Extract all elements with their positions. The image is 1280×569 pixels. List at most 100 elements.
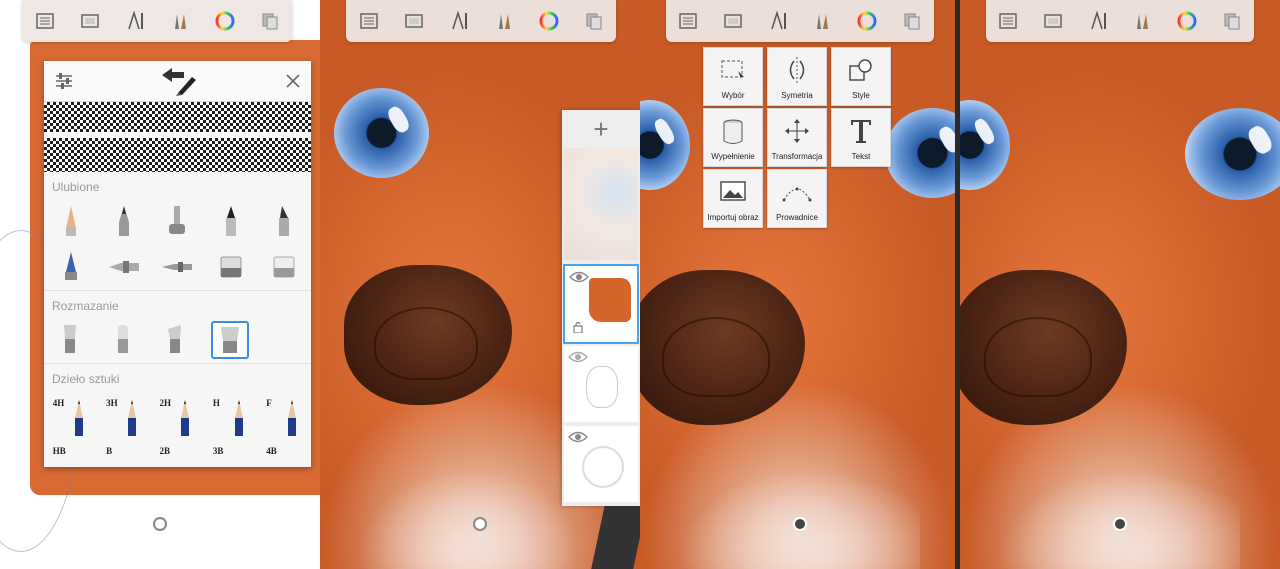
- back-brush-icon[interactable]: [160, 65, 200, 97]
- pencils-row-1: 4H 3H 2H H F: [44, 390, 311, 442]
- tool-label: Symetria: [781, 91, 813, 100]
- guides-curve-icon: [782, 170, 812, 213]
- painted-eye: [334, 88, 429, 178]
- layer-active[interactable]: [563, 264, 639, 344]
- pencil-2b[interactable]: 2B: [153, 442, 201, 462]
- add-layer-button[interactable]: +: [562, 110, 640, 148]
- list-icon[interactable]: [31, 7, 59, 35]
- pencil-brush-icon[interactable]: [54, 202, 88, 240]
- pencil-3b[interactable]: 3B: [207, 442, 255, 462]
- pencil-grade-label: 2H: [159, 398, 171, 408]
- smudge-flat-icon[interactable]: [106, 321, 140, 359]
- pencil-grade-label: B: [106, 446, 113, 456]
- list-icon[interactable]: [994, 7, 1022, 35]
- brushes-icon[interactable]: [490, 7, 518, 35]
- tool-label: Style: [852, 91, 870, 100]
- pencil-h[interactable]: H: [207, 394, 255, 438]
- pencils-row-2: HB B 2B 3B 4B: [44, 442, 311, 462]
- fountain-brush-icon[interactable]: [54, 248, 88, 286]
- muzzle-highlight: [360, 470, 580, 569]
- tool-transform[interactable]: Transformacja: [767, 108, 827, 167]
- ruler-icon[interactable]: [1084, 7, 1112, 35]
- layer-thumbnail-fox: [589, 278, 631, 322]
- color-wheel-icon[interactable]: [535, 7, 563, 35]
- pencil-grade-label: F: [266, 398, 272, 408]
- list-icon[interactable]: [674, 7, 702, 35]
- lock-icon[interactable]: [573, 320, 583, 338]
- visibility-eye-icon[interactable]: [568, 350, 588, 368]
- layers-icon[interactable]: [898, 7, 926, 35]
- lagoon-handle[interactable]: [153, 517, 167, 531]
- pencil-4b[interactable]: 4B: [260, 442, 308, 462]
- pencil-grade-label: 3B: [212, 446, 224, 456]
- ballpoint-brush-icon[interactable]: [107, 202, 141, 240]
- list-icon[interactable]: [355, 7, 383, 35]
- eraser-soft-icon[interactable]: [267, 248, 301, 286]
- brushes-icon[interactable]: [808, 7, 836, 35]
- visibility-eye-icon[interactable]: [569, 270, 589, 288]
- screen-layers: +: [320, 0, 640, 569]
- section-label-artwork: Dzieło sztuki: [44, 363, 311, 390]
- tool-import-image[interactable]: Importuj obraz: [703, 169, 763, 228]
- brushes-icon[interactable]: [166, 7, 194, 35]
- visibility-eye-icon[interactable]: [568, 430, 588, 448]
- marker-brush-icon[interactable]: [160, 202, 194, 240]
- canvas-icon[interactable]: [1039, 7, 1067, 35]
- pencil-grade-label: 4H: [52, 398, 65, 408]
- brush-stroke-preview: [44, 102, 311, 172]
- eraser-icon[interactable]: [214, 248, 248, 286]
- screen-brush-library: Ulubione Rozmazanie Dzieło sztuki 4H 3H …: [0, 0, 320, 569]
- airbrush-icon[interactable]: [107, 248, 141, 286]
- favorites-row-2: [44, 244, 311, 290]
- color-wheel-icon[interactable]: [211, 7, 239, 35]
- top-toolbar: [986, 0, 1254, 42]
- pencil-4h[interactable]: 4H: [47, 394, 95, 438]
- smudge-brush-icon[interactable]: [53, 321, 87, 359]
- pencil-2h[interactable]: 2H: [153, 394, 201, 438]
- canvas-icon[interactable]: [719, 7, 747, 35]
- background-color-swatch[interactable]: [582, 446, 624, 488]
- layers-icon[interactable]: [1218, 7, 1246, 35]
- style-icon: [848, 48, 874, 91]
- tool-guides[interactable]: Prowadnice: [767, 169, 827, 228]
- move-arrows-icon: [784, 109, 810, 152]
- canvas-icon[interactable]: [76, 7, 104, 35]
- pencil-grade-label: HB: [52, 446, 66, 456]
- layer-sketch[interactable]: [564, 346, 638, 422]
- lagoon-handle[interactable]: [1113, 517, 1127, 531]
- tool-symmetry[interactable]: Symetria: [767, 47, 827, 106]
- smudge-wide-icon[interactable]: [211, 321, 250, 359]
- layers-icon[interactable]: [256, 7, 284, 35]
- tool-fill[interactable]: Wypełnienie: [703, 108, 763, 167]
- ruler-icon[interactable]: [764, 7, 792, 35]
- brushes-icon[interactable]: [1128, 7, 1156, 35]
- pencil-f[interactable]: F: [260, 394, 308, 438]
- airbrush-fine-icon[interactable]: [160, 248, 194, 286]
- layer-preview-upper[interactable]: [564, 148, 638, 260]
- layer-background[interactable]: [564, 426, 638, 502]
- layers-icon[interactable]: [580, 7, 608, 35]
- tool-selection[interactable]: Wybór: [703, 47, 763, 106]
- canvas-icon[interactable]: [400, 7, 428, 35]
- lagoon-handle[interactable]: [473, 517, 487, 531]
- lagoon-handle[interactable]: [793, 517, 807, 531]
- pencil-b[interactable]: B: [100, 442, 148, 462]
- ruler-icon[interactable]: [121, 7, 149, 35]
- tool-label: Tekst: [851, 152, 871, 161]
- felt-pen-brush-icon[interactable]: [214, 202, 248, 240]
- ruler-icon[interactable]: [445, 7, 473, 35]
- top-toolbar: [22, 0, 292, 42]
- pencil-3h[interactable]: 3H: [100, 394, 148, 438]
- smudge-fan-icon[interactable]: [158, 321, 192, 359]
- color-wheel-icon[interactable]: [853, 7, 881, 35]
- top-toolbar: [346, 0, 616, 42]
- color-wheel-icon[interactable]: [1173, 7, 1201, 35]
- brush-settings-icon[interactable]: [54, 71, 74, 91]
- empty-slot: [268, 321, 302, 359]
- chisel-brush-icon[interactable]: [267, 202, 301, 240]
- tool-style[interactable]: Style: [831, 47, 891, 106]
- close-icon[interactable]: [285, 73, 301, 89]
- tool-text[interactable]: Tekst: [831, 108, 891, 167]
- pencil-grade-label: 3H: [106, 398, 118, 408]
- pencil-hb[interactable]: HB: [47, 442, 95, 462]
